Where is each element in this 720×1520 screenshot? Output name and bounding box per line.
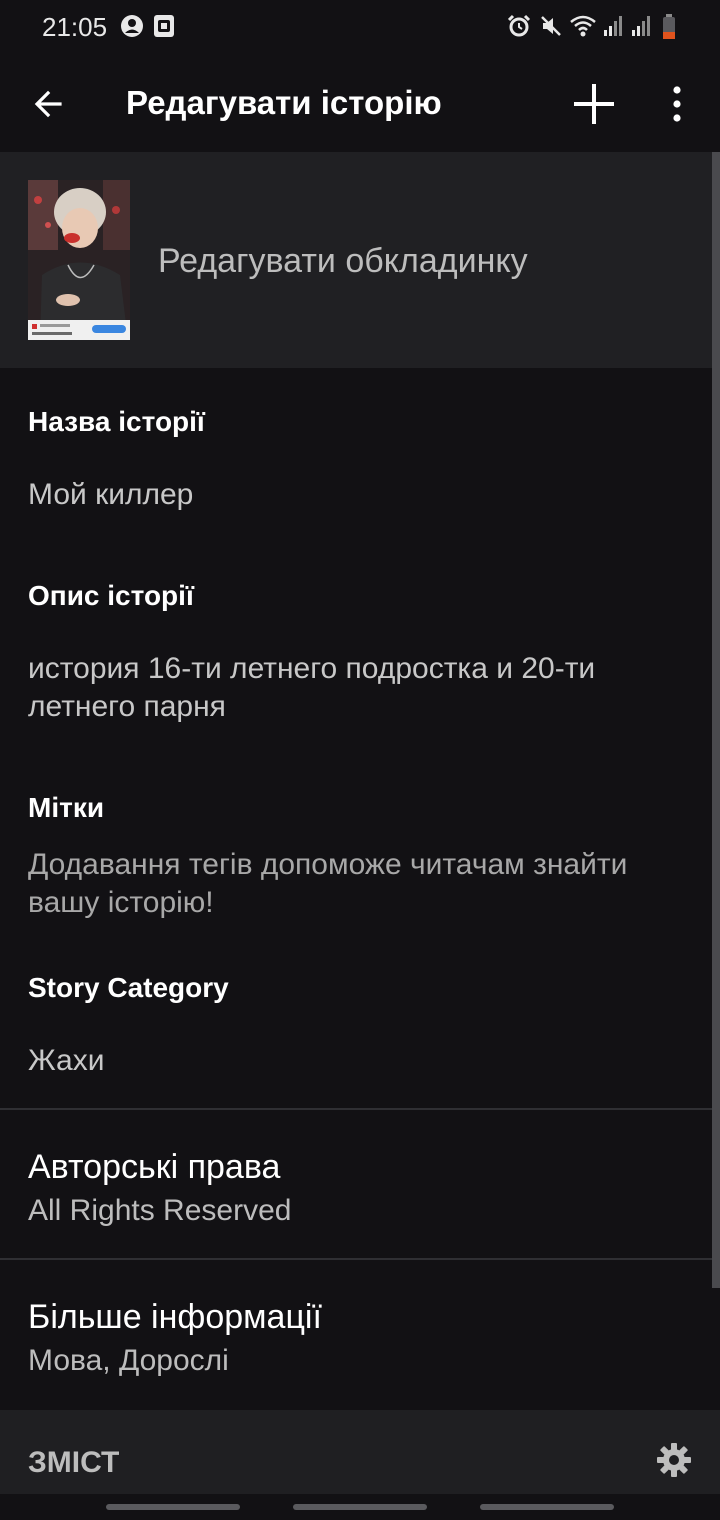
system-nav-bar bbox=[0, 1494, 720, 1520]
category-label: Story Category bbox=[28, 972, 229, 1003]
more-vert-icon[interactable] bbox=[670, 84, 684, 124]
tags-label: Мітки bbox=[28, 792, 105, 823]
tags-field[interactable]: Додавання тегів допоможе читачам знайти … bbox=[28, 846, 698, 922]
divider bbox=[0, 1108, 712, 1110]
contents-bar: ЗМІСТ bbox=[0, 1410, 720, 1494]
edit-cover-row[interactable]: Редагувати обкладинку bbox=[0, 152, 712, 368]
edit-cover-label: Редагувати обкладинку bbox=[158, 242, 528, 280]
story-title-label: Назва історії bbox=[28, 406, 205, 437]
story-title-field[interactable]: Мой киллер bbox=[28, 476, 698, 514]
signal-icon bbox=[604, 16, 622, 36]
copyright-value: All Rights Reserved bbox=[28, 1194, 292, 1227]
story-description-label: Опис історії bbox=[28, 580, 194, 611]
back-arrow-icon[interactable] bbox=[32, 88, 64, 120]
signal-icon-2 bbox=[632, 16, 650, 36]
nav-home[interactable] bbox=[293, 1504, 427, 1510]
cover-image[interactable] bbox=[28, 180, 130, 340]
battery-icon bbox=[663, 14, 675, 39]
story-description-field[interactable]: история 16-ти летнего подростка и 20-ти … bbox=[28, 650, 698, 726]
scrollbar[interactable] bbox=[712, 152, 720, 1288]
mute-icon bbox=[541, 16, 561, 36]
nav-back[interactable] bbox=[480, 1504, 614, 1510]
copyright-label: Авторські права bbox=[28, 1148, 281, 1186]
wifi-icon bbox=[570, 15, 596, 37]
category-field[interactable]: Жахи bbox=[28, 1042, 698, 1080]
more-info-value: Мова, Дорослі bbox=[28, 1344, 229, 1377]
nav-recents[interactable] bbox=[106, 1504, 240, 1510]
app-bar: Редагувати історію bbox=[0, 56, 720, 152]
divider bbox=[0, 1258, 712, 1260]
add-icon[interactable] bbox=[572, 82, 616, 126]
gear-icon[interactable] bbox=[656, 1442, 692, 1478]
cover-photo bbox=[28, 180, 130, 340]
page-title: Редагувати історію bbox=[126, 84, 442, 121]
status-time: 21:05 bbox=[42, 12, 108, 42]
profile-icon bbox=[121, 15, 143, 37]
contents-label: ЗМІСТ bbox=[28, 1446, 120, 1479]
status-bar: 21:05 bbox=[0, 0, 720, 56]
screenshot-icon bbox=[154, 15, 174, 37]
more-info-label: Більше інформації bbox=[28, 1298, 322, 1336]
alarm-icon bbox=[507, 14, 531, 37]
